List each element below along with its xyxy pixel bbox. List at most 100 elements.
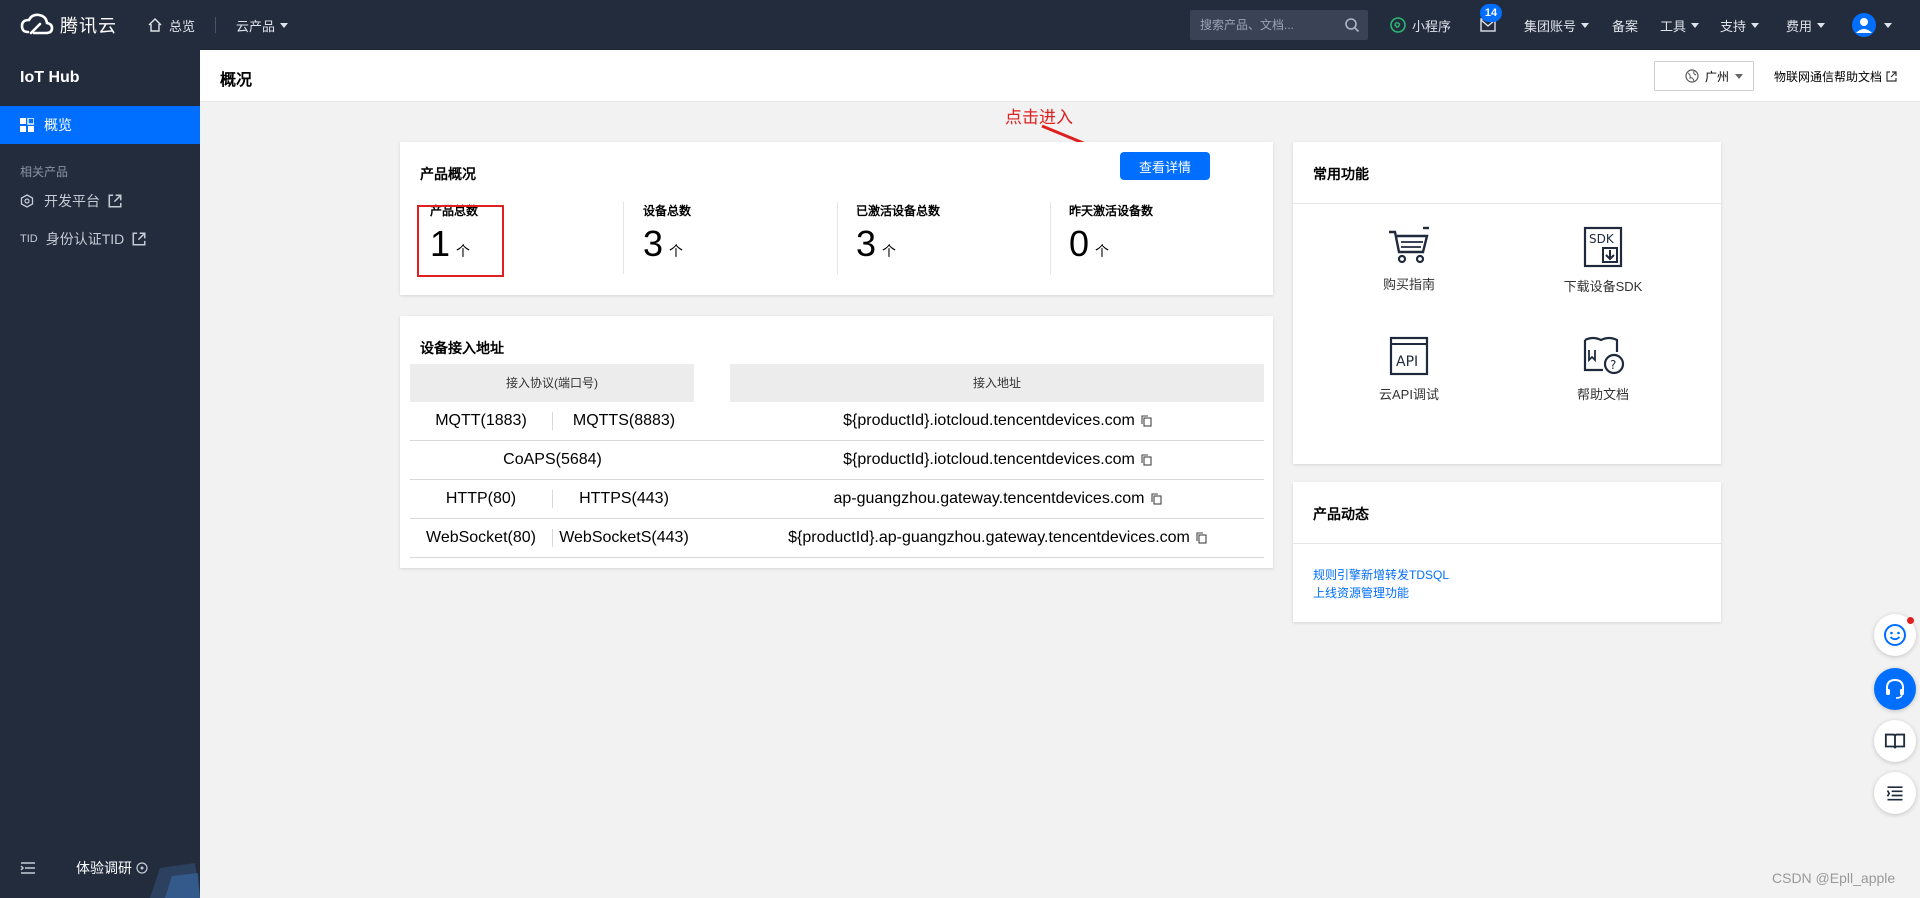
svg-text:SDK: SDK	[1589, 232, 1615, 246]
nav-home-label: 总览	[169, 18, 196, 34]
chevron-down-icon	[1735, 73, 1744, 79]
table-row: HTTP(80) HTTPS(443) ap-guangzhou.gateway…	[410, 480, 1264, 519]
chevron-down-icon	[1884, 22, 1892, 28]
user-menu[interactable]	[1852, 0, 1892, 50]
support-label: 支持	[1720, 18, 1747, 34]
region-selector[interactable]: 广州	[1654, 61, 1754, 91]
menu-float-button[interactable]	[1874, 772, 1916, 814]
sidebar-footer: 体验调研	[0, 838, 200, 898]
tools-label: 工具	[1660, 18, 1687, 34]
copy-icon[interactable]	[1150, 493, 1162, 505]
beian-label: 备案	[1612, 18, 1639, 34]
view-details-button[interactable]: 查看详情	[1120, 152, 1210, 180]
card-title: 产品动态	[1313, 506, 1369, 522]
protocol-cell: HTTPS(443)	[579, 490, 669, 507]
sidebar-item-label: 开发平台	[44, 193, 100, 209]
mail-count-badge: 14	[1480, 4, 1502, 22]
sidebar-item-dev-platform[interactable]: 开发平台	[0, 182, 200, 220]
sidebar-title: IoT Hub	[20, 69, 80, 86]
table-row: CoAPS(5684) ${productId}.iotcloud.tencen…	[410, 441, 1264, 480]
tid-icon: TID	[20, 233, 38, 245]
card-title: 设备接入地址	[420, 340, 504, 356]
sidebar-item-tid[interactable]: TID 身份认证TID	[0, 220, 200, 258]
nav-support[interactable]: 支持	[1720, 0, 1760, 50]
search-input[interactable]	[1200, 18, 1340, 32]
globe-icon	[1685, 69, 1699, 83]
docs-float-button[interactable]	[1874, 720, 1916, 762]
nav-account[interactable]: 集团账号	[1524, 0, 1590, 50]
func-label: 下载设备SDK	[1563, 279, 1643, 294]
external-link-icon	[108, 194, 122, 208]
card-title: 产品概况	[420, 166, 476, 182]
copy-icon[interactable]	[1141, 454, 1152, 466]
nav-products-label: 云产品	[236, 18, 276, 34]
miniprogram-icon	[1390, 17, 1406, 33]
func-label: 云API调试	[1379, 387, 1439, 402]
api-icon: API	[1389, 336, 1429, 376]
chevron-down-icon	[1817, 22, 1826, 28]
list-icon	[1886, 786, 1903, 801]
stat-label: 已激活设备总数	[856, 204, 941, 218]
page-header: 概况 广州 物联网通信帮助文档	[200, 50, 1920, 102]
chevron-down-icon	[1581, 22, 1590, 28]
copy-icon[interactable]	[1141, 415, 1152, 427]
func-label: 帮助文档	[1576, 387, 1629, 402]
chevron-down-icon	[280, 22, 289, 28]
card-header: 产品动态	[1293, 482, 1721, 544]
stat-unit: 个	[669, 243, 684, 259]
nav-cloud-products[interactable]: 云产品	[236, 16, 289, 35]
stat-value: 3	[643, 223, 664, 264]
func-api-debug[interactable]: API 云API调试	[1349, 336, 1469, 403]
tencent-cloud-logo[interactable]: 腾讯云	[20, 0, 117, 50]
external-link-icon	[1886, 71, 1897, 82]
func-download-sdk[interactable]: SDK 下载设备SDK	[1543, 226, 1663, 295]
svg-text:API: API	[1396, 354, 1418, 370]
help-doc-link[interactable]: 物联网通信帮助文档	[1774, 68, 1897, 85]
top-navbar: 腾讯云 总览 云产品 小程序 14 集团账号 备案 工具 支持 费用	[0, 0, 1920, 50]
stat-divider	[623, 202, 624, 274]
support-float-button[interactable]	[1874, 668, 1916, 710]
nav-billing[interactable]: 费用	[1786, 0, 1826, 50]
search-icon[interactable]	[1344, 17, 1360, 33]
logo-text: 腾讯云	[60, 16, 117, 36]
sidebar-item-label: 概览	[44, 117, 72, 133]
copy-icon[interactable]	[1196, 532, 1207, 544]
stat-divider	[837, 202, 838, 274]
address-cell: ap-guangzhou.gateway.tencentdevices.com	[695, 490, 1264, 508]
func-help-doc[interactable]: ? 帮助文档	[1543, 336, 1663, 403]
collapse-menu-icon[interactable]	[20, 860, 36, 876]
stat-divider	[1050, 202, 1051, 274]
stat-value: 3	[856, 223, 877, 264]
sidebar-item-overview[interactable]: 概览	[0, 106, 200, 144]
protocol-cell: WebSocket(80)	[426, 529, 536, 546]
table-row: MQTT(1883) MQTTS(8883) ${productId}.iotc…	[410, 402, 1264, 441]
smiley-icon	[1884, 624, 1906, 646]
grid-icon	[20, 118, 34, 132]
stat-label: 设备总数	[643, 204, 692, 218]
func-buy-guide[interactable]: 购买指南	[1349, 226, 1469, 293]
column-header-protocol: 接入协议(端口号)	[410, 364, 694, 402]
region-label: 广州	[1705, 69, 1730, 84]
nav-tools[interactable]: 工具	[1660, 0, 1700, 50]
nav-beian[interactable]: 备案	[1612, 0, 1638, 50]
table-row: WebSocket(80) WebSocketS(443) ${productI…	[410, 519, 1264, 558]
search-box	[1190, 10, 1368, 40]
nav-home[interactable]: 总览	[147, 16, 195, 35]
func-label: 购买指南	[1382, 277, 1435, 292]
help-doc-icon: ?	[1583, 336, 1625, 375]
open-book-icon	[1884, 733, 1906, 749]
news-link[interactable]: 上线资源管理功能	[1313, 584, 1409, 601]
nav-miniprogram[interactable]: 小程序	[1390, 0, 1451, 50]
smiley-float-button[interactable]	[1874, 614, 1916, 656]
address-cell: ${productId}.iotcloud.tencentdevices.com	[695, 451, 1264, 469]
common-functions-card: 常用功能 购买指南 SDK 下载设备SDK API 云API调试 ? 帮助文档	[1293, 142, 1721, 464]
decoration-graphic	[150, 863, 200, 898]
highlight-box	[417, 205, 504, 277]
protocol-cell: MQTT(1883)	[435, 412, 527, 429]
column-header-address: 接入地址	[730, 364, 1264, 402]
protocol-cell: CoAPS(5684)	[503, 451, 602, 468]
address-cell: ${productId}.ap-guangzhou.gateway.tencen…	[695, 529, 1264, 547]
stat-unit: 个	[1095, 243, 1110, 259]
protocol-cell: HTTP(80)	[445, 490, 517, 507]
news-link[interactable]: 规则引擎新增转发TDSQL	[1313, 566, 1449, 583]
